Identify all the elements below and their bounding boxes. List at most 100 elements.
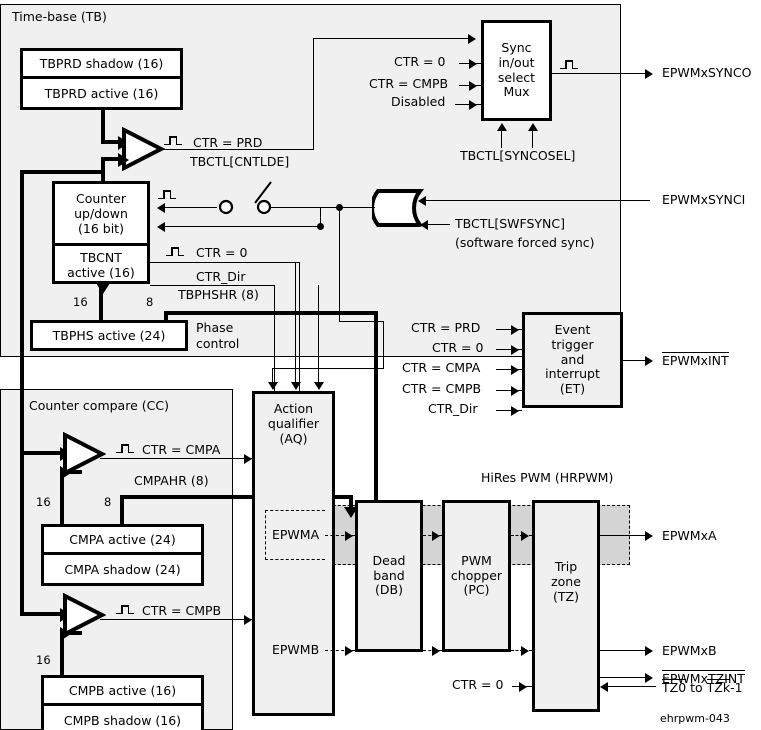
wire-cmpb-reg-vert xyxy=(60,631,64,675)
arrow-cmpa-to-aq xyxy=(244,454,252,464)
arrow-ctrprd-to-mux xyxy=(468,34,476,44)
ehrpwm-block-diagram: Time-base (TB) Counter compare (CC) HiRe… xyxy=(0,0,761,730)
tbprd-register: TBPRD shadow (16) TBPRD active (16) xyxy=(20,48,183,110)
arrow-epwma-out xyxy=(645,531,653,541)
region-counter-compare-label: Counter compare (CC) xyxy=(29,398,169,413)
label-phase-control-2: control xyxy=(196,336,240,351)
wire-aq-in-3 xyxy=(318,285,319,384)
arrow-sync-in-ctr0 xyxy=(469,59,477,69)
wire-synci-in xyxy=(425,200,650,201)
db-line-1: Dead xyxy=(372,552,406,568)
cmpa-active-cell: CMPA active (24) xyxy=(44,527,201,555)
tbcnt-line-1: TBCNT xyxy=(80,250,122,265)
wire-cmpa-reg-horiz xyxy=(60,470,82,474)
arrow-tzint-out xyxy=(645,673,653,683)
epwma-dashed-outline xyxy=(265,510,325,560)
sync-mux-line-4: Mux xyxy=(503,84,530,100)
wire-cmpa-reg-vert xyxy=(60,470,64,524)
label-tz0: TZ0 xyxy=(662,679,687,695)
et-line-5: (ET) xyxy=(559,381,586,397)
wire-synci-down xyxy=(339,207,340,321)
wire-aq-in-2 xyxy=(295,262,296,384)
wire-tbphshr-horiz xyxy=(164,311,378,315)
tz-line-1: Trip xyxy=(554,559,578,574)
wire-bus-left-vert2 xyxy=(20,451,24,616)
cmpa-shadow-cell: CMPA shadow (24) xyxy=(64,561,181,577)
pc-line-3: (PC) xyxy=(463,582,490,598)
wire-swfsync-in xyxy=(428,224,450,225)
label-ctr-dir-tb: CTR_Dir xyxy=(196,269,246,284)
label-epwmxint-text: EPWMxINT xyxy=(662,352,729,368)
sync-mux-line-1: Sync xyxy=(501,40,532,55)
label-et-in-1: CTR = 0 xyxy=(432,340,484,355)
arrow-et-in-3 xyxy=(511,386,519,396)
wire-tzint-out xyxy=(600,677,650,678)
wire-tbphshr-down xyxy=(374,311,378,512)
pc-line-2: chopper xyxy=(450,567,503,583)
wire-aq-in-1-h xyxy=(272,368,384,369)
arrow-epwmb-out xyxy=(645,646,653,656)
et-line-4: interrupt xyxy=(545,366,600,382)
wire-sync-in-disabled xyxy=(455,104,481,105)
pulse-icon-ctr-cmpa xyxy=(116,444,134,453)
label-epwmxsynci: EPWMxSYNCI xyxy=(662,192,746,207)
label-ctr-zero-tb: CTR = 0 xyxy=(196,245,248,260)
et-line-2: trigger xyxy=(551,336,594,352)
pulse-icon-synco xyxy=(560,60,578,69)
wire-bus-left-vert xyxy=(20,170,24,455)
label-swfsync-note: (software forced sync) xyxy=(455,235,595,250)
arrow-swfsync-in xyxy=(420,220,428,230)
tbcnt-line-2: active (16) xyxy=(67,265,135,280)
label-et-in-0: CTR = PRD xyxy=(411,320,481,335)
et-line-1: Event xyxy=(554,322,591,338)
arrow-aq-in-1 xyxy=(268,382,278,390)
wire-aq-in-1 xyxy=(272,368,273,384)
arrow-epwma-into-tz xyxy=(521,531,529,541)
tbphs-active-cell: TBPHS active (24) xyxy=(52,328,166,343)
label-swfsync: TBCTL[SWFSYNC] xyxy=(455,216,565,231)
label-et-in-4: CTR_Dir xyxy=(428,401,478,416)
arrow-synci-in xyxy=(418,196,426,206)
label-ctr-prd: CTR = PRD xyxy=(193,135,263,150)
counter-line-1: Counter xyxy=(76,191,126,206)
tbprd-active-cell: TBPRD active (16) xyxy=(44,85,159,101)
wire-ctrprd-to-mux xyxy=(313,38,468,39)
sync-mux-line-2: in/out xyxy=(498,54,535,70)
wire-bus-to-cmpb xyxy=(20,612,62,616)
arrow-aq-in-2 xyxy=(291,382,301,390)
wire-sync-into-counter xyxy=(165,226,321,227)
arrow-tbphs-to-counter xyxy=(96,283,110,294)
wire-sync-vert xyxy=(320,207,321,226)
label-epwmxint: EPWMxINT xyxy=(662,352,729,368)
arrow-cmpb-to-aq xyxy=(244,615,252,625)
counter-line-3: (16 bit) xyxy=(78,221,124,236)
trip-zone-block: Trip zone (TZ) xyxy=(532,500,600,712)
arrow-et-in-0 xyxy=(511,325,519,335)
wire-ctrdir-out xyxy=(150,285,275,286)
label-et-in-3: CTR = CMPB xyxy=(402,381,482,396)
counter-updown-cell: Counter up/down (16 bit) xyxy=(55,184,147,246)
arrow-et-in-1 xyxy=(511,345,519,355)
wire-aq-in-1-v xyxy=(383,321,384,369)
pwm-chopper-block: PWM chopper (PC) xyxy=(442,500,511,652)
or-gate-sync xyxy=(370,187,426,233)
label-sync-in-ctr0: CTR = 0 xyxy=(394,54,446,69)
label-syncosel: TBCTL[SYNCOSEL] xyxy=(460,148,576,163)
label-cmpahr: CMPAHR (8) xyxy=(134,473,209,488)
label-width-16-cc-b: 16 xyxy=(36,653,51,667)
label-tbctl-cntlde: TBCTL[CNTLDE] xyxy=(190,154,290,169)
wire-epwmb-out xyxy=(600,650,650,651)
tz-line-3: (TZ) xyxy=(553,588,579,604)
label-tbphshr: TBPHSHR (8) xyxy=(178,287,259,302)
label-tz-ctr0: CTR = 0 xyxy=(452,677,504,692)
et-line-3: and xyxy=(560,351,585,367)
wire-syncosel-2 xyxy=(532,130,533,148)
wire-synci-bottom xyxy=(339,321,383,322)
wire-ctr0-out xyxy=(150,262,300,263)
label-aq-epwmb: EPWMB xyxy=(272,642,320,657)
tbcnt-active-cell: TBCNT active (16) xyxy=(55,246,147,284)
label-phase-control-1: Phase xyxy=(196,320,234,335)
db-line-3: (DB) xyxy=(375,582,403,598)
label-epwmxb: EPWMxB xyxy=(662,643,717,658)
pulse-icon-cntlde xyxy=(158,190,176,199)
